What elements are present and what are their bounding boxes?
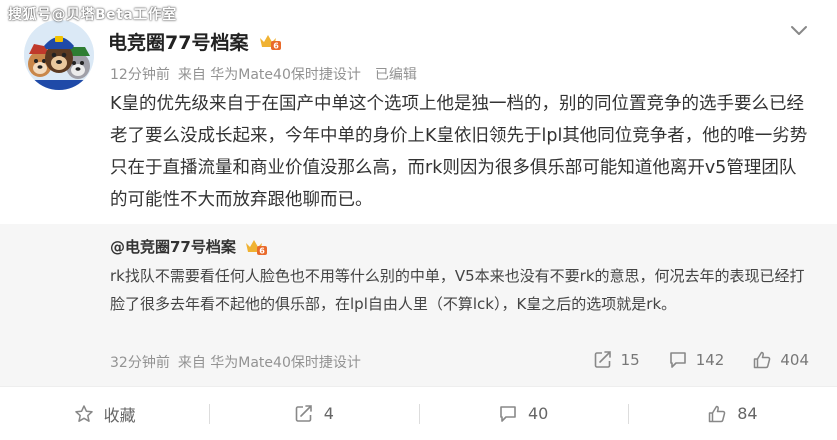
post-time[interactable]: 12分钟前 [110,64,170,84]
quoted-repost-button[interactable]: 15 [593,350,640,370]
quoted-time[interactable]: 32分钟前 [110,352,170,372]
watermark: 搜狐号@贝塔Beta工作室 [8,7,177,23]
comment-icon [500,405,516,422]
star-icon [74,404,93,422]
thumbs-up-icon [708,405,726,422]
favorite-label: 收藏 [103,405,136,425]
vip-badge-icon[interactable]: 6 [258,33,282,51]
like-count: 84 [737,404,758,423]
quoted-text: rk找队不需要看任何人脸色也不用等什么别的中单，V5本来也没有不要rk的意思，何… [110,267,805,313]
post-edited[interactable]: 已编辑 [375,64,417,84]
quoted-stats: 15 142 404 [593,350,809,370]
like-button[interactable]: 84 [627,402,837,426]
comment-count: 40 [527,404,549,423]
favorite-button[interactable]: 收藏 [0,402,209,426]
quoted-vip-level-text: 6 [259,246,265,255]
repost-button[interactable]: 4 [209,402,418,426]
post-author: 电竞圈77号档案 6 [108,28,282,55]
post-source: 来自 华为Mate40保时捷设计 [177,67,361,83]
quoted-source: 来自 华为Mate40保时捷设计 [177,355,361,371]
more-options-button[interactable] [787,18,811,42]
repost-icon [295,404,312,422]
avatar[interactable] [24,20,94,90]
action-bar: 收藏 4 40 84 [0,386,837,440]
quoted-vip-badge-icon[interactable]: 6 [244,238,268,256]
quoted-author-name[interactable]: @电竞圈77号档案 [110,236,236,257]
repost-icon [594,351,611,368]
quoted-repost-count: 15 [620,351,640,369]
quoted-meta: 32分钟前 来自 华为Mate40保时捷设计 [110,352,361,372]
thumbs-up-icon [754,351,771,369]
post-text: K皇的优先级来自于在国产中单这个选项上他是独一档的，别的同位置竞争的选手要么已经… [110,94,808,210]
chevron-down-icon [791,26,807,35]
vip-level-text: 6 [274,41,280,50]
quoted-comment-button[interactable]: 142 [668,350,725,370]
author-name[interactable]: 电竞圈77号档案 [108,28,248,55]
weibo-post: 电竞圈77号档案 6 12分钟前 来自 华为Mate40保时捷设计 已编辑 K皇… [0,0,837,440]
quoted-comment-count: 142 [695,351,725,369]
comment-button[interactable]: 40 [418,402,628,426]
quoted-author: @电竞圈77号档案 6 [110,236,268,257]
repost-count: 4 [323,404,334,423]
quoted-like-count: 404 [780,351,809,369]
avatar-image [24,20,94,90]
quoted-like-button[interactable]: 404 [752,350,809,370]
post-meta: 12分钟前 来自 华为Mate40保时捷设计 已编辑 [110,64,417,84]
comment-icon [669,352,686,368]
